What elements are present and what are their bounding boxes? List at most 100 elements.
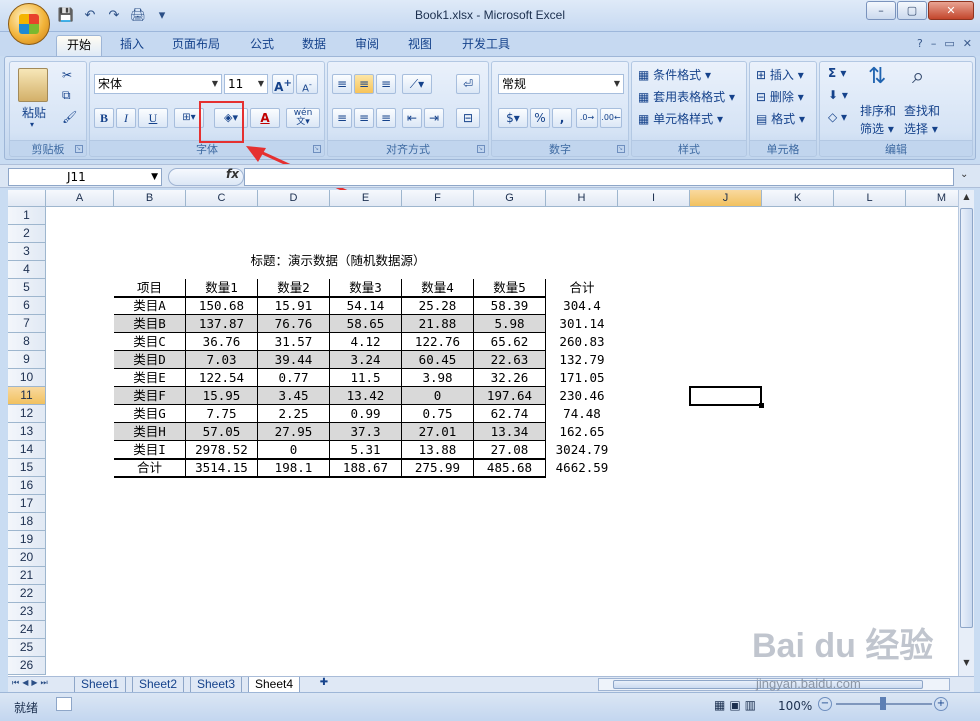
- cut-icon[interactable]: ✂: [62, 68, 72, 82]
- table-cell[interactable]: 25.28: [402, 297, 474, 315]
- row-header[interactable]: 23: [8, 603, 46, 621]
- insert-cells-button[interactable]: ⊞ 插入 ▾: [756, 66, 804, 83]
- table-cell[interactable]: 3.98: [402, 369, 474, 387]
- table-cell[interactable]: 57.05: [186, 423, 258, 441]
- percent-button[interactable]: %: [530, 108, 550, 128]
- table-cell[interactable]: 27.01: [402, 423, 474, 441]
- sheet-tab[interactable]: Sheet1: [74, 677, 127, 693]
- row-header[interactable]: 9: [8, 351, 46, 369]
- underline-button[interactable]: U: [138, 108, 168, 128]
- table-cell[interactable]: 27.08: [474, 441, 546, 459]
- table-cell[interactable]: 21.88: [402, 315, 474, 333]
- table-total-cell[interactable]: 485.68: [474, 459, 546, 477]
- conditional-formatting-button[interactable]: ▦ 条件格式 ▾: [638, 66, 711, 83]
- align-middle-button[interactable]: ≡: [354, 74, 374, 94]
- table-header-cell[interactable]: 合计: [546, 279, 618, 297]
- column-header[interactable]: G: [474, 190, 546, 207]
- increase-decimal-button[interactable]: .0→: [576, 108, 598, 128]
- table-cell[interactable]: 类目H: [114, 423, 186, 441]
- table-cell[interactable]: 58.39: [474, 297, 546, 315]
- clipboard-launcher-icon[interactable]: ↘: [75, 145, 83, 153]
- tab-insert[interactable]: 插入: [110, 35, 154, 56]
- worksheet-grid[interactable]: ABCDEFGHIJKLM 1 2 3 4 5 6 7 8 9 10 11 12 13 14 15 16 17 1…: [8, 190, 958, 676]
- shrink-font-button[interactable]: A-: [296, 74, 318, 94]
- row-header[interactable]: 26: [8, 657, 46, 675]
- row-header[interactable]: 20: [8, 549, 46, 567]
- sort-filter-button[interactable]: 排序和: [860, 102, 896, 119]
- row-header[interactable]: 22: [8, 585, 46, 603]
- column-header[interactable]: H: [546, 190, 618, 207]
- tab-developer[interactable]: 开发工具: [452, 35, 520, 56]
- font-name-select[interactable]: 宋体 ▼: [94, 74, 222, 94]
- table-cell[interactable]: 类目F: [114, 387, 186, 405]
- cell-styles-button[interactable]: ▦ 单元格样式 ▾: [638, 110, 723, 127]
- table-total-cell[interactable]: 188.67: [330, 459, 402, 477]
- row-header[interactable]: 4: [8, 261, 46, 279]
- table-cell[interactable]: 132.79: [546, 351, 618, 369]
- table-cell[interactable]: 22.63: [474, 351, 546, 369]
- table-cell[interactable]: 2.25: [258, 405, 330, 423]
- row-header[interactable]: 3: [8, 243, 46, 261]
- align-center-button[interactable]: ≡: [354, 108, 374, 128]
- format-painter-icon[interactable]: 🖌: [62, 110, 77, 124]
- table-cell[interactable]: 304.4: [546, 297, 618, 315]
- column-header[interactable]: E: [330, 190, 402, 207]
- tab-review[interactable]: 审阅: [345, 35, 389, 56]
- table-cell[interactable]: 137.87: [186, 315, 258, 333]
- row-header[interactable]: 14: [8, 441, 46, 459]
- paste-dropdown-icon[interactable]: ▾: [30, 120, 34, 129]
- zoom-level[interactable]: 100%: [778, 699, 812, 713]
- table-cell[interactable]: 0.75: [402, 405, 474, 423]
- column-header[interactable]: C: [186, 190, 258, 207]
- table-cell[interactable]: 32.26: [474, 369, 546, 387]
- table-cell[interactable]: 0.99: [330, 405, 402, 423]
- column-header[interactable]: D: [258, 190, 330, 207]
- table-cell[interactable]: 3.45: [258, 387, 330, 405]
- help-icon[interactable]: ?: [917, 37, 923, 50]
- table-cell[interactable]: 76.76: [258, 315, 330, 333]
- alignment-launcher-icon[interactable]: ↘: [477, 145, 485, 153]
- ribbon-close-icon[interactable]: ✕: [963, 37, 972, 50]
- table-cell[interactable]: 39.44: [258, 351, 330, 369]
- table-cell[interactable]: 0.77: [258, 369, 330, 387]
- orientation-button[interactable]: ⟋▾: [402, 74, 432, 94]
- number-launcher-icon[interactable]: ↘: [617, 145, 625, 153]
- table-header-cell[interactable]: 数量3: [330, 279, 402, 297]
- vertical-scrollbar[interactable]: ▲ ▼: [958, 190, 974, 676]
- tab-home[interactable]: 开始: [56, 35, 103, 56]
- find-select-button[interactable]: 查找和: [904, 102, 940, 119]
- table-cell[interactable]: 150.68: [186, 297, 258, 315]
- table-cell[interactable]: 15.95: [186, 387, 258, 405]
- zoom-in-icon[interactable]: +: [934, 697, 948, 711]
- table-cell[interactable]: 类目B: [114, 315, 186, 333]
- row-header[interactable]: 5: [8, 279, 46, 297]
- align-right-button[interactable]: ≡: [376, 108, 396, 128]
- row-header[interactable]: 15: [8, 459, 46, 477]
- table-cell[interactable]: 301.14: [546, 315, 618, 333]
- column-header[interactable]: A: [46, 190, 114, 207]
- table-cell[interactable]: 类目C: [114, 333, 186, 351]
- align-left-button[interactable]: ≡: [332, 108, 352, 128]
- table-cell[interactable]: 13.88: [402, 441, 474, 459]
- table-cell[interactable]: 122.54: [186, 369, 258, 387]
- font-size-select[interactable]: 11 ▼: [224, 74, 268, 94]
- table-cell[interactable]: 122.76: [402, 333, 474, 351]
- number-format-select[interactable]: 常规 ▼: [498, 74, 624, 94]
- wrap-text-button[interactable]: ⏎: [456, 74, 480, 94]
- table-cell[interactable]: 11.5: [330, 369, 402, 387]
- vertical-scroll-thumb[interactable]: [960, 208, 973, 628]
- ribbon-restore-icon[interactable]: ▭: [944, 37, 954, 50]
- sheet-title[interactable]: 标题：演示数据（随机数据源）: [168, 252, 508, 270]
- ribbon-minimize-icon[interactable]: –: [931, 37, 937, 50]
- formula-input[interactable]: [244, 168, 954, 186]
- grow-font-button[interactable]: A+: [272, 74, 294, 94]
- tab-formulas[interactable]: 公式: [240, 35, 284, 56]
- table-cell[interactable]: 74.48: [546, 405, 618, 423]
- table-cell[interactable]: 27.95: [258, 423, 330, 441]
- table-cell[interactable]: 类目I: [114, 441, 186, 459]
- table-cell[interactable]: 7.75: [186, 405, 258, 423]
- find-select-sub[interactable]: 选择 ▾: [904, 120, 938, 137]
- expand-formula-icon[interactable]: ⌄: [960, 169, 968, 180]
- table-cell[interactable]: 0: [258, 441, 330, 459]
- clear-button[interactable]: ◇ ▾: [828, 110, 847, 124]
